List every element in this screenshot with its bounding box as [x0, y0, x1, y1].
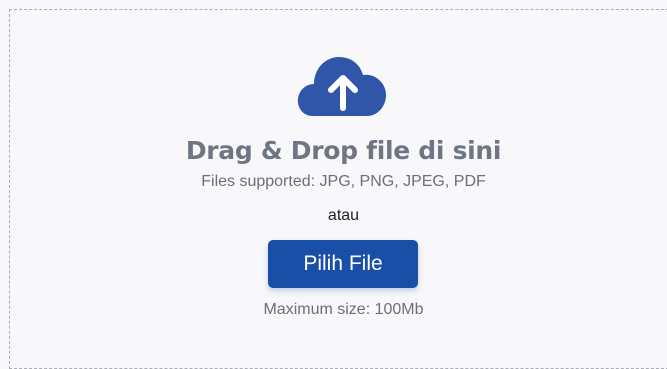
max-size-text: Maximum size: 100Mb [263, 301, 424, 318]
cloud-upload-icon [297, 57, 386, 116]
choose-file-button[interactable]: Pilih File [268, 240, 418, 288]
separator-text: atau [327, 207, 360, 224]
supported-formats-text: Files supported: JPG, PNG, JPEG, PDF [201, 173, 486, 190]
dropzone-title: Drag & Drop file di sini [185, 136, 502, 165]
